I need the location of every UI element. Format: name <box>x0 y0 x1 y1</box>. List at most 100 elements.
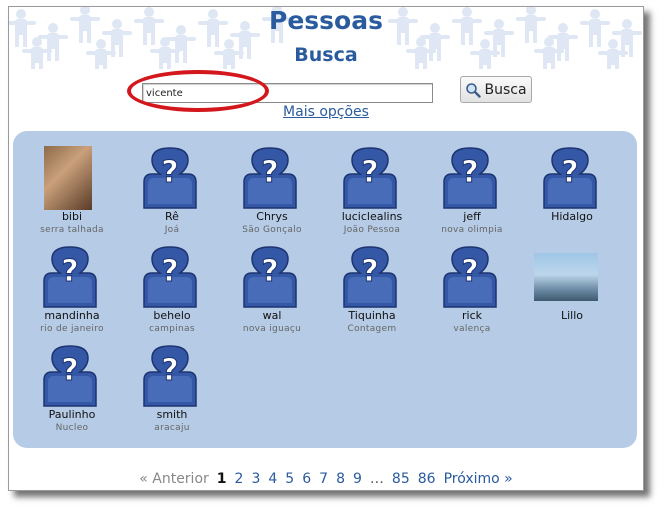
person-location: João Pessoa <box>343 225 401 235</box>
person-avatar[interactable]: ? <box>142 146 198 214</box>
person-card[interactable]: bibi serra talhada <box>22 146 122 238</box>
person-location: São Gonçalo <box>242 225 302 235</box>
svg-text:?: ? <box>161 155 178 190</box>
default-avatar-icon: ? <box>43 246 97 308</box>
default-avatar-icon: ? <box>543 147 597 209</box>
person-name[interactable]: Tiquinha <box>322 309 422 322</box>
default-avatar-icon: ? <box>343 147 397 209</box>
person-card[interactable]: ? Hidalgo <box>522 146 622 238</box>
person-card[interactable]: ? mandinha rio de janeiro <box>22 245 122 337</box>
person-location: nova olimpia <box>441 225 503 235</box>
svg-text:?: ? <box>161 353 178 388</box>
more-options-link[interactable]: Mais opções <box>9 104 643 120</box>
person-name[interactable]: Hidalgo <box>522 210 622 223</box>
person-avatar[interactable]: ? <box>142 344 198 412</box>
person-location: Nucleo <box>55 423 89 433</box>
default-avatar-icon: ? <box>143 246 197 308</box>
person-avatar[interactable]: ? <box>342 245 398 313</box>
svg-text:?: ? <box>61 353 78 388</box>
svg-text:?: ? <box>161 254 178 289</box>
person-name[interactable]: luciclealins <box>322 210 422 223</box>
person-location: campinas <box>149 324 195 334</box>
svg-text:?: ? <box>361 254 378 289</box>
default-avatar-icon: ? <box>343 246 397 308</box>
person-avatar[interactable]: ? <box>42 344 98 412</box>
person-avatar[interactable]: ? <box>142 245 198 313</box>
person-card[interactable]: ? wal nova iguaçu <box>222 245 322 337</box>
person-card[interactable]: ? Rê Joá <box>122 146 222 238</box>
pagination-page-link[interactable]: 4 <box>268 471 277 487</box>
person-avatar[interactable]: ? <box>542 146 598 214</box>
pagination-next[interactable]: Próximo » <box>444 471 513 487</box>
person-name[interactable]: behelo <box>122 309 222 322</box>
person-card[interactable]: ? behelo campinas <box>122 245 222 337</box>
pagination-page-link[interactable]: 2 <box>235 471 244 487</box>
pagination-page-link[interactable]: 85 <box>392 471 410 487</box>
default-avatar-icon: ? <box>43 345 97 407</box>
person-name[interactable]: Paulinho <box>22 408 122 421</box>
person-location: Contagem <box>347 324 397 334</box>
person-card[interactable]: ? Chrys São Gonçalo <box>222 146 322 238</box>
svg-text:?: ? <box>461 155 478 190</box>
person-name[interactable]: Chrys <box>222 210 322 223</box>
page-title: Pessoas <box>269 6 383 35</box>
svg-text:?: ? <box>461 254 478 289</box>
person-avatar[interactable]: ? <box>442 146 498 214</box>
person-card[interactable]: ? smith aracaju <box>122 344 222 436</box>
man-photo[interactable] <box>534 253 598 301</box>
person-location: serra talhada <box>40 225 104 235</box>
pagination-page-link[interactable]: 3 <box>251 471 260 487</box>
person-name[interactable]: bibi <box>22 210 122 223</box>
person-name[interactable]: Lillo <box>522 309 622 322</box>
person-card[interactable]: ? Tiquinha Contagem <box>322 245 422 337</box>
svg-text:?: ? <box>561 155 578 190</box>
pagination-page-link[interactable]: 8 <box>336 471 345 487</box>
svg-text:?: ? <box>261 254 278 289</box>
default-avatar-icon: ? <box>143 147 197 209</box>
pagination-page-link[interactable]: 9 <box>353 471 362 487</box>
search-button[interactable]: Busca <box>460 76 532 103</box>
page-frame: Pessoas Busca Busca Mais opções bibi serr… <box>8 6 644 491</box>
default-avatar-icon: ? <box>243 147 297 209</box>
person-avatar[interactable]: ? <box>42 245 98 313</box>
page-subtitle: Busca <box>294 44 358 66</box>
person-location: aracaju <box>154 423 190 433</box>
person-card[interactable]: Lillo <box>522 245 622 337</box>
person-card[interactable]: ? luciclealins João Pessoa <box>322 146 422 238</box>
svg-text:?: ? <box>261 155 278 190</box>
person-name[interactable]: Rê <box>122 210 222 223</box>
svg-text:?: ? <box>361 155 378 190</box>
svg-text:?: ? <box>61 254 78 289</box>
person-location: rio de janeiro <box>40 324 104 334</box>
pagination-page-link[interactable]: 5 <box>285 471 294 487</box>
person-location: nova iguaçu <box>242 324 302 334</box>
person-avatar[interactable]: ? <box>242 146 298 214</box>
person-location: Joá <box>164 225 180 235</box>
person-avatar[interactable]: ? <box>442 245 498 313</box>
magnifier-icon <box>466 82 482 98</box>
pagination-page-link[interactable]: 6 <box>302 471 311 487</box>
person-card[interactable]: ? jeff nova olimpia <box>422 146 522 238</box>
search-input[interactable] <box>142 83 433 103</box>
woman-photo[interactable] <box>44 146 92 210</box>
person-avatar[interactable]: ? <box>242 245 298 313</box>
person-name[interactable]: rick <box>422 309 522 322</box>
pagination-page-link[interactable]: 7 <box>319 471 328 487</box>
pagination: « Anterior 1 2 3 4 5 6 7 8 9 … 85 86 Próximo » <box>9 471 643 487</box>
pagination-current-page: 1 <box>216 471 227 487</box>
person-card[interactable]: ? Paulinho Nucleo <box>22 344 122 436</box>
person-card[interactable]: ? rick valença <box>422 245 522 337</box>
person-location: valença <box>453 324 491 334</box>
default-avatar-icon: ? <box>143 345 197 407</box>
person-avatar[interactable]: ? <box>342 146 398 214</box>
default-avatar-icon: ? <box>243 246 297 308</box>
default-avatar-icon: ? <box>443 147 497 209</box>
person-name[interactable]: wal <box>222 309 322 322</box>
search-button-label: Busca <box>484 81 527 98</box>
pagination-ellipsis: … <box>369 471 384 487</box>
person-name[interactable]: mandinha <box>22 309 122 322</box>
person-name[interactable]: jeff <box>422 210 522 223</box>
person-name[interactable]: smith <box>122 408 222 421</box>
pagination-prev: « Anterior <box>139 471 209 487</box>
pagination-page-link[interactable]: 86 <box>418 471 436 487</box>
